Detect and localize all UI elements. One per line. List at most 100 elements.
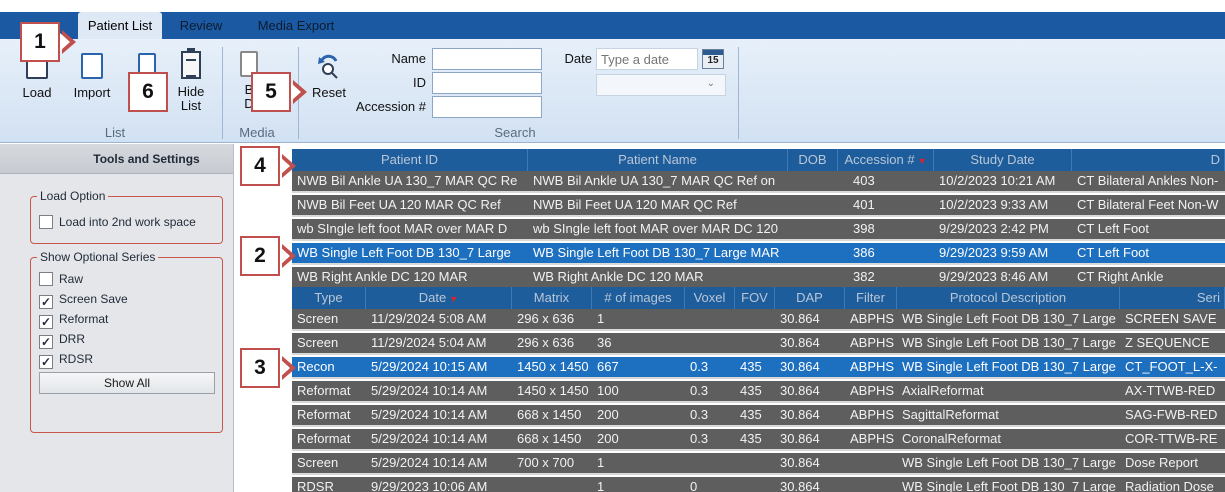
load-2nd-workspace-checkbox[interactable]: Load into 2nd work space [39, 213, 196, 231]
series-row[interactable]: Screen 5/29/2024 10:14 AM 700 x 700 1 30.864… [292, 453, 1225, 475]
table-cell: 403 [853, 173, 875, 188]
table-cell: CoronalReformat [902, 431, 1001, 446]
tools-settings-title: Tools and Settings [0, 144, 233, 174]
date-range-combo[interactable]: ⌄ [596, 74, 726, 96]
series-row[interactable]: Reformat 5/29/2024 10:14 AM 668 x 1450 200 0… [292, 405, 1225, 427]
show-all-button[interactable]: Show All [39, 372, 215, 394]
optional-series-group: Show Optional Series Raw ✓ Screen Save ✓ R… [30, 250, 223, 433]
table-cell [735, 453, 775, 473]
callout-arrow [60, 30, 76, 54]
tab-patient-list[interactable]: Patient List [78, 12, 162, 39]
series-row[interactable]: Screen 11/29/2024 5:04 AM 296 x 636 36 30.86… [292, 333, 1225, 355]
col-fov[interactable]: FOV [735, 287, 775, 309]
table-cell: 435 [740, 383, 762, 398]
table-cell: Reformat [297, 431, 351, 446]
col-protocol[interactable]: Protocol Description [897, 287, 1120, 309]
name-field[interactable] [432, 48, 542, 70]
table-cell: ABPHS [850, 407, 895, 422]
patient-row[interactable]: WB Right Ankle DC 120 MAR WB Right Ankle … [292, 267, 1225, 289]
table-cell: 10/2/2023 10:21 AM [939, 173, 1056, 188]
list-group-label: List [104, 125, 126, 140]
table-cell: RDSR [297, 479, 334, 492]
table-cell: 200 [597, 431, 619, 446]
id-field[interactable] [432, 72, 542, 94]
rdsr-checkbox[interactable]: ✓ RDSR [39, 350, 93, 369]
series-row[interactable]: Screen 11/29/2024 5:08 AM 296 x 636 1 30.864… [292, 309, 1225, 331]
date-field[interactable] [596, 48, 698, 70]
reset-button[interactable]: Reset [306, 53, 352, 100]
col-type[interactable]: Type [292, 287, 366, 309]
table-cell: AxialReformat [902, 383, 984, 398]
reformat-checkbox[interactable]: ✓ Reformat [39, 310, 108, 329]
table-cell: ABPHS [850, 359, 895, 374]
series-row[interactable]: Reformat 5/29/2024 10:14 AM 1450 x 1450 100… [292, 381, 1225, 403]
col-description[interactable]: D [1072, 149, 1225, 171]
col-voxel[interactable]: Voxel [685, 287, 735, 309]
table-cell [788, 171, 838, 191]
table-cell: 9/29/2023 2:42 PM [939, 221, 1049, 236]
table-cell: 30.864 [780, 455, 820, 470]
tab-media-export[interactable]: Media Export [248, 12, 344, 39]
col-date[interactable]: Date ▼ [366, 287, 512, 309]
sort-desc-icon: ▼ [449, 294, 459, 304]
callout-5: 5 [251, 72, 291, 112]
col-filter[interactable]: Filter [845, 287, 897, 309]
table-cell: WB Single Left Foot DB 130_7 Large [902, 479, 1116, 492]
patient-row[interactable]: wb SIngle left foot MAR over MAR D wb SIn… [292, 219, 1225, 241]
series-row[interactable]: Recon 5/29/2024 10:15 AM 1450 x 1450 667 0.3… [292, 357, 1225, 379]
table-cell: 5/29/2024 10:15 AM [371, 359, 488, 374]
clipboard-icon [181, 48, 201, 79]
import-icon [81, 53, 103, 79]
series-row[interactable]: Reformat 5/29/2024 10:14 AM 668 x 1450 200 0… [292, 429, 1225, 451]
id-label: ID [413, 75, 426, 90]
col-matrix[interactable]: Matrix [512, 287, 592, 309]
table-cell: 296 x 636 [517, 335, 575, 350]
table-cell: 398 [853, 221, 875, 236]
table-cell: 11/29/2024 5:08 AM [371, 311, 487, 326]
patient-row[interactable]: NWB Bil Ankle UA 130_7 MAR QC Re NWB Bil … [292, 171, 1225, 193]
col-accession[interactable]: Accession # ▼ [838, 149, 934, 171]
table-cell: 700 x 700 [517, 455, 575, 470]
callout-arrow [291, 80, 307, 104]
table-cell: SAG-FWB-RED [1125, 407, 1218, 422]
table-cell: WB Right Ankle DC 120 MAR [533, 269, 704, 284]
table-cell: 435 [740, 407, 762, 422]
table-cell: 1 [597, 311, 605, 326]
col-series-desc[interactable]: Seri [1120, 287, 1225, 309]
raw-checkbox[interactable]: Raw [39, 270, 83, 288]
load-option-title: Load Option [37, 189, 109, 203]
patient-row[interactable]: WB Single Left Foot DB 130_7 Large WB Sin… [292, 243, 1225, 265]
table-cell: COR-TTWB-RE [1125, 431, 1218, 446]
col-dap[interactable]: DAP [775, 287, 845, 309]
table-cell [788, 267, 838, 287]
table-cell: WB Single Left Foot DB 130_7 Large [902, 455, 1116, 470]
table-cell: ABPHS [850, 431, 895, 446]
calendar-icon[interactable]: 15 [702, 49, 724, 69]
hide-list-button[interactable]: Hide List [170, 48, 212, 113]
drr-checkbox[interactable]: ✓ DRR [39, 330, 85, 349]
import-button[interactable]: Import [68, 53, 116, 100]
table-cell: 435 [740, 359, 762, 374]
table-cell: WB Single Left Foot DB 130_7 Large [297, 245, 511, 260]
screen-save-checkbox[interactable]: ✓ Screen Save [39, 290, 128, 309]
table-cell: Screen [297, 335, 339, 350]
table-cell: 36 [597, 335, 612, 350]
table-cell: Reformat [297, 383, 351, 398]
col-dob[interactable]: DOB [788, 149, 838, 171]
col-study-date[interactable]: Study Date [934, 149, 1072, 171]
col-patient-name[interactable]: Patient Name [528, 149, 788, 171]
series-row[interactable]: RDSR 9/29/2023 10:06 AM 1 0 30.864 WB Single … [292, 477, 1225, 492]
table-cell: 382 [853, 269, 875, 284]
accession-field[interactable] [432, 96, 542, 118]
table-cell: WB Single Left Foot DB 130_7 Large [902, 359, 1116, 374]
col-images[interactable]: # of images [592, 287, 685, 309]
ribbon: Load Import Hide List List B D Media Res… [0, 39, 1225, 143]
patient-row[interactable]: NWB Bil Feet UA 120 MAR QC Ref NWB Bil Fe… [292, 195, 1225, 217]
col-patient-id[interactable]: Patient ID [292, 149, 528, 171]
table-cell: ABPHS [850, 383, 895, 398]
table-cell: 0.3 [690, 383, 709, 398]
tab-review[interactable]: Review [170, 12, 232, 39]
table-cell [685, 333, 735, 353]
table-cell: Reformat [297, 407, 351, 422]
table-cell: 1 [597, 479, 605, 492]
